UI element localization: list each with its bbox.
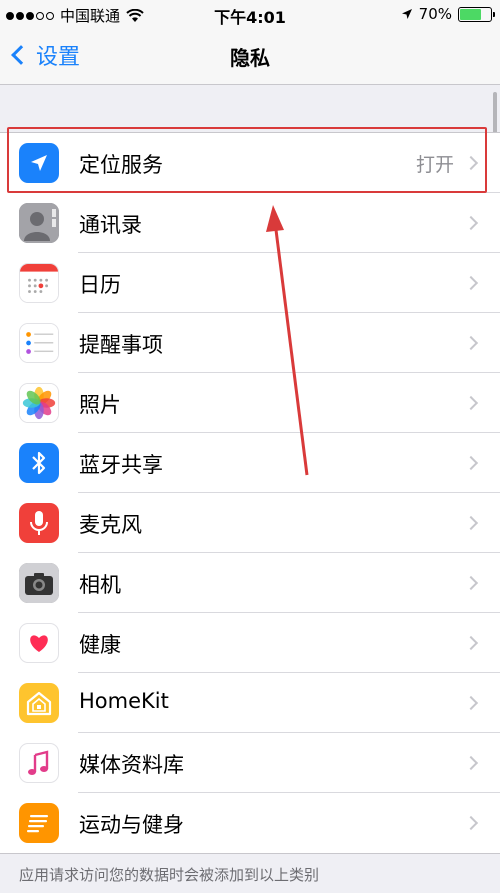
annotation-arrow-icon (266, 205, 309, 476)
footer-note: 应用请求访问您的数据时会被添加到以上类别 (19, 866, 320, 884)
